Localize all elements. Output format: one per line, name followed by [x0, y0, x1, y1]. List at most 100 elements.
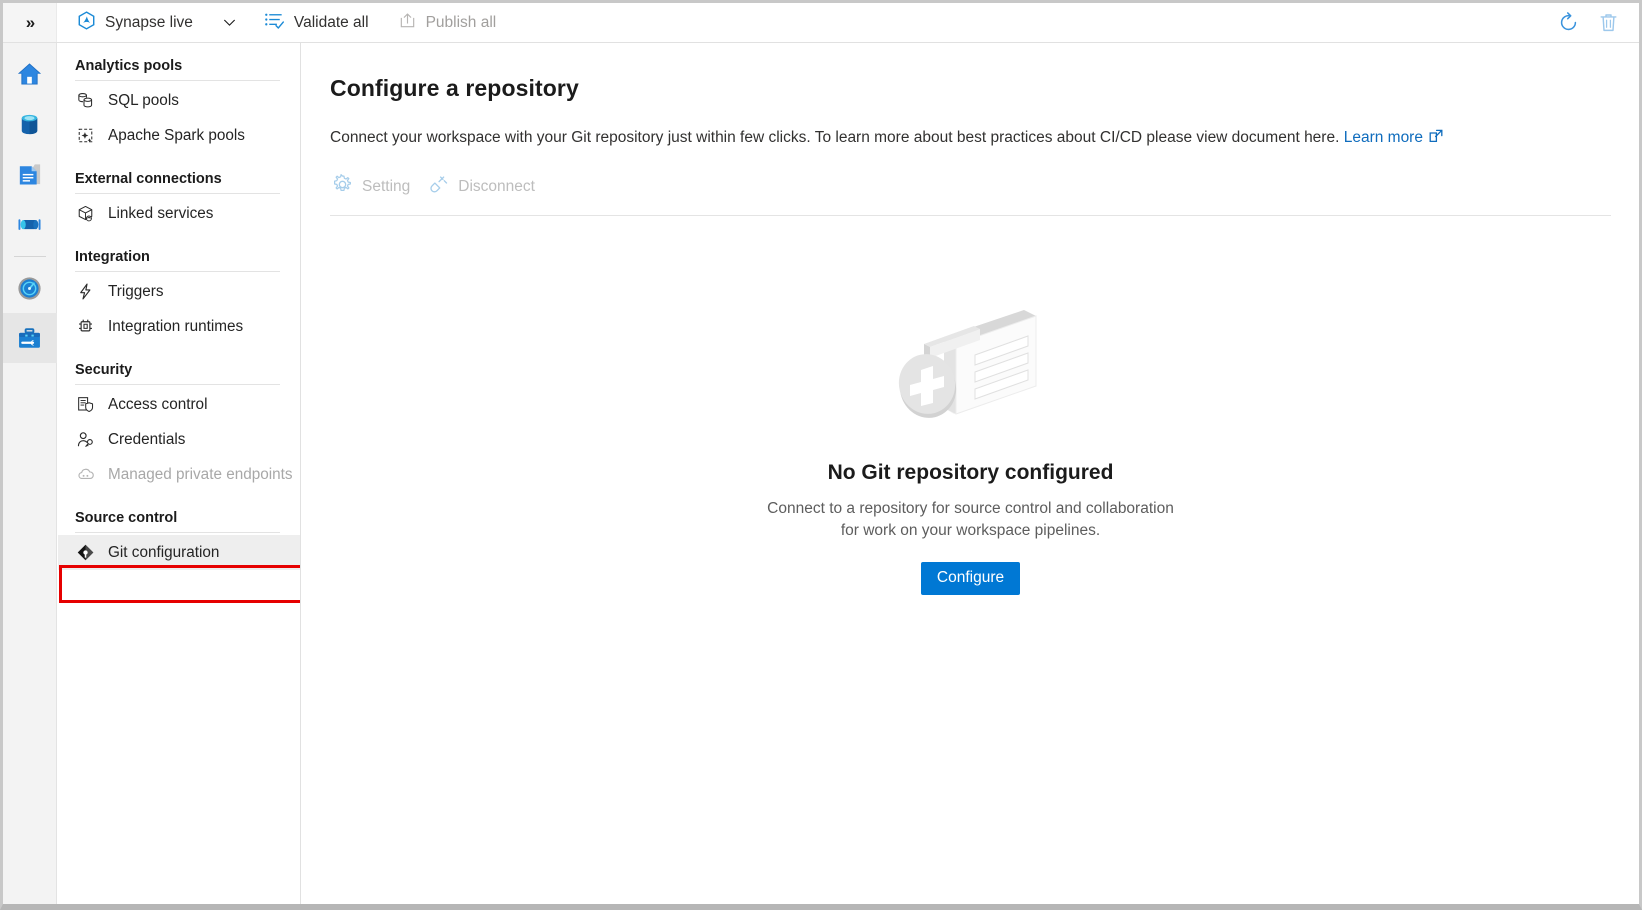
git-diamond-icon — [75, 543, 95, 563]
spark-pool-icon — [75, 126, 95, 146]
validate-list-check-icon — [264, 10, 285, 36]
sidebar-item-managed-private-endpoints: Managed private endpoints — [58, 457, 300, 492]
rail-item-manage[interactable] — [3, 313, 57, 363]
toolbox-icon — [15, 324, 44, 353]
validate-all-button[interactable]: Validate all — [255, 8, 378, 38]
command-bar: Setting Disconnect — [330, 171, 1611, 203]
expand-rail-button[interactable]: » — [3, 3, 57, 42]
gear-icon — [332, 174, 353, 200]
sidebar-item-label: Integration runtimes — [108, 318, 243, 336]
chevron-down-icon — [222, 15, 237, 30]
sidebar-item-sql-pools[interactable]: SQL pools — [58, 83, 300, 118]
synapse-studio-window: » Synapse live — [0, 0, 1642, 910]
linked-services-icon — [76, 204, 95, 223]
publish-all-button[interactable]: Publish all — [389, 8, 506, 38]
git-configuration-annotation-box — [59, 565, 301, 603]
synapse-hexagon-icon — [77, 11, 96, 35]
disconnect-command-button[interactable]: Disconnect — [426, 171, 545, 203]
disconnect-command-label: Disconnect — [458, 178, 535, 196]
rail-item-develop[interactable] — [3, 149, 57, 199]
setting-command-label: Setting — [362, 178, 410, 196]
trash-icon — [1597, 11, 1620, 34]
sidebar-item-linked-services[interactable]: Linked services — [58, 196, 300, 231]
sidebar-item-label: Apache Spark pools — [108, 127, 245, 145]
access-control-shield-icon — [75, 395, 95, 415]
sidebar-item-label: Linked services — [108, 205, 213, 223]
access-control-shield-icon — [76, 395, 95, 414]
sidebar-item-git-configuration[interactable]: Git configuration — [58, 535, 300, 570]
database-cylinder-icon — [15, 110, 44, 139]
sidebar-group-title: Analytics pools — [58, 58, 300, 80]
activity-rail — [3, 43, 57, 907]
rail-item-data[interactable] — [3, 99, 57, 149]
monitor-gauge-icon — [15, 274, 44, 303]
external-link-icon — [1428, 128, 1444, 150]
sidebar-item-label: SQL pools — [108, 92, 179, 110]
empty-form-plus-illustration — [891, 290, 1051, 435]
sidebar-item-label: Managed private endpoints — [108, 466, 293, 484]
command-bar-divider — [330, 215, 1611, 216]
page-description-text: Connect your workspace with your Git rep… — [330, 129, 1344, 146]
sidebar-item-label: Git configuration — [108, 544, 219, 562]
credentials-person-key-icon — [75, 430, 95, 450]
sql-pool-icon — [75, 91, 95, 111]
sidebar-group-divider — [75, 80, 280, 81]
integration-runtime-icon — [75, 317, 95, 337]
git-diamond-icon — [76, 543, 95, 562]
sidebar-group-divider — [75, 271, 280, 272]
learn-more-link[interactable]: Learn more — [1344, 129, 1423, 146]
sidebar-group-title: Security — [58, 362, 300, 384]
rail-item-monitor[interactable] — [3, 263, 57, 313]
rail-item-home[interactable] — [3, 49, 57, 99]
sidebar-item-label: Access control — [108, 396, 207, 414]
validate-all-label: Validate all — [294, 14, 369, 32]
publish-all-label: Publish all — [426, 14, 497, 32]
toolbar-left-group: Synapse live — [57, 3, 505, 42]
configure-button[interactable]: Configure — [921, 562, 1020, 595]
setting-command-button[interactable]: Setting — [330, 171, 420, 203]
sidebar-item-label: Credentials — [108, 431, 185, 449]
managed-private-endpoint-cloud-icon — [75, 465, 95, 485]
synapse-live-mode-button[interactable]: Synapse live — [68, 8, 202, 38]
manage-sidebar: Analytics pools SQL pools Apache Spark poo… — [58, 43, 301, 907]
home-icon — [15, 60, 44, 89]
toolbar-right-group — [1551, 6, 1639, 40]
empty-state-title: No Git repository configured — [828, 461, 1114, 485]
delete-button[interactable] — [1591, 6, 1625, 40]
linked-services-icon — [75, 204, 95, 224]
integration-runtime-icon — [76, 317, 95, 336]
sidebar-item-apache-spark-pools[interactable]: Apache Spark pools — [58, 118, 300, 153]
sidebar-group-title: Integration — [58, 249, 300, 271]
pipeline-icon — [15, 210, 44, 239]
refresh-button[interactable] — [1551, 6, 1585, 40]
page-description: Connect your workspace with your Git rep… — [330, 128, 1611, 150]
sidebar-item-credentials[interactable]: Credentials — [58, 422, 300, 457]
credentials-person-key-icon — [76, 430, 95, 449]
sidebar-group-title: Source control — [58, 510, 300, 532]
rail-item-integrate[interactable] — [3, 199, 57, 249]
publish-upload-icon — [398, 11, 417, 35]
document-icon — [15, 160, 44, 189]
sidebar-group-title: External connections — [58, 171, 300, 193]
sidebar-item-integration-runtimes[interactable]: Integration runtimes — [58, 309, 300, 344]
disconnect-plug-icon — [428, 174, 449, 200]
empty-state-subtitle: Connect to a repository for source contr… — [767, 498, 1174, 541]
sidebar-item-label: Triggers — [108, 283, 164, 301]
sql-pool-icon — [76, 91, 95, 110]
rail-divider — [14, 256, 46, 257]
empty-state: No Git repository configured Connect to … — [330, 290, 1611, 595]
chevron-double-right-icon: » — [26, 14, 33, 31]
trigger-lightning-icon — [76, 282, 95, 301]
trigger-lightning-icon — [75, 282, 95, 302]
refresh-icon — [1557, 11, 1580, 34]
sidebar-item-access-control[interactable]: Access control — [58, 387, 300, 422]
sidebar-groups: Analytics pools SQL pools Apache Spark poo… — [58, 58, 300, 570]
synapse-live-mode-label: Synapse live — [105, 14, 193, 32]
main-content: Configure a repository Connect your work… — [302, 43, 1639, 907]
mode-dropdown-chevron[interactable] — [216, 9, 244, 37]
sidebar-item-triggers[interactable]: Triggers — [58, 274, 300, 309]
sidebar-group-divider — [75, 384, 280, 385]
spark-pool-icon — [76, 126, 95, 145]
sidebar-group-divider — [75, 193, 280, 194]
managed-private-endpoint-cloud-icon — [76, 465, 95, 484]
